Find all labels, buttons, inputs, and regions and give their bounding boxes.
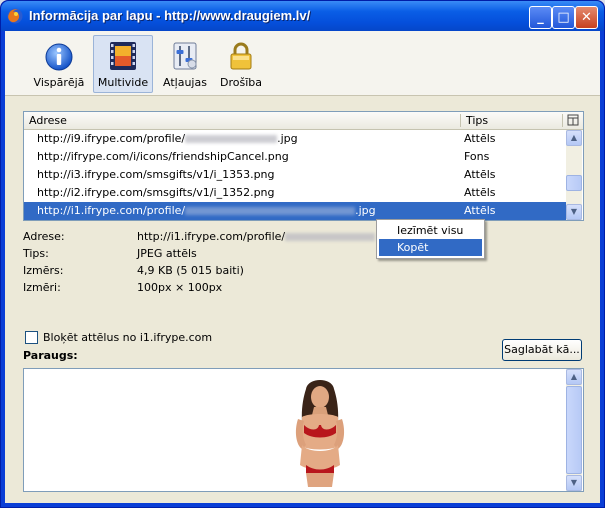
info-icon: [45, 43, 73, 71]
tab-permissions-label: Atļaujas: [163, 76, 207, 89]
block-images-label[interactable]: Bloķēt attēlus no i1.ifrype.com: [43, 331, 212, 344]
list-scrollbar[interactable]: ▲ ▼: [566, 130, 582, 220]
row-address: http://i9.ifrype.com/profile/.jpg: [37, 132, 298, 145]
menu-item-copy[interactable]: Kopēt: [379, 239, 482, 256]
type-label: Tips:: [23, 247, 49, 260]
window-title: Informācija par lapu - http://www.draugi…: [29, 8, 311, 23]
table-row[interactable]: http://ifrype.com/i/icons/friendshipCanc…: [24, 148, 566, 166]
row-type: Attēls: [464, 168, 496, 181]
column-header-type[interactable]: Tips: [461, 112, 488, 129]
list-header: Adrese Tips: [24, 112, 583, 130]
minimize-button[interactable]: _: [529, 6, 552, 29]
dimensions-label: Izmēri:: [23, 281, 61, 294]
row-address: http://ifrype.com/i/icons/friendshipCanc…: [37, 150, 289, 163]
preview-scrollbar[interactable]: ▲ ▼: [566, 369, 582, 491]
block-images-checkbox[interactable]: [25, 331, 38, 344]
close-button[interactable]: ✕: [575, 6, 598, 29]
scroll-thumb[interactable]: [566, 386, 582, 474]
category-toolbar: Vispārējā Multivide Atļaujas Drošība: [5, 31, 600, 96]
dimensions-value: 100px × 100px: [137, 281, 223, 294]
scroll-up-icon[interactable]: ▲: [566, 130, 582, 146]
address-value: http://i1.ifrype.com/profile/: [137, 230, 376, 243]
column-picker-icon[interactable]: [567, 114, 579, 126]
context-menu: Iezīmēt visu Kopēt: [376, 219, 485, 259]
preview-pane: ▲ ▼: [23, 368, 584, 492]
row-type: Attēls: [464, 132, 496, 145]
tab-permissions[interactable]: Atļaujas: [155, 35, 215, 93]
redacted-block: [185, 135, 278, 143]
maximize-button[interactable]: □: [552, 6, 575, 29]
type-value: JPEG attēls: [137, 247, 197, 260]
preview-label: Paraugs:: [23, 349, 78, 362]
permissions-sliders-icon: [173, 42, 197, 70]
row-type: Fons: [464, 150, 490, 163]
preview-image: [295, 380, 345, 487]
row-address: http://i3.ifrype.com/smsgifts/v1/i_1353.…: [37, 168, 275, 181]
table-row-selected[interactable]: http://i1.ifrype.com/profile/.jpg Attēls: [24, 202, 566, 220]
save-as-button[interactable]: Saglabāt kā...: [502, 339, 582, 361]
dialog-body: Vispārējā Multivide Atļaujas Drošība Adr…: [5, 31, 600, 503]
column-divider[interactable]: [562, 114, 563, 127]
menu-item-select-all[interactable]: Iezīmēt visu: [379, 222, 482, 239]
tab-general-label: Vispārējā: [33, 76, 85, 89]
redacted-block: [285, 233, 376, 241]
row-address: http://i1.ifrype.com/profile/.jpg: [37, 204, 376, 217]
tab-security[interactable]: Drošība: [211, 35, 271, 93]
tab-multimedia-label: Multivide: [97, 76, 149, 89]
row-type: Attēls: [464, 186, 496, 199]
table-row[interactable]: http://i2.ifrype.com/smsgifts/v1/i_1352.…: [24, 184, 566, 202]
scroll-thumb[interactable]: [566, 175, 582, 191]
title-bar[interactable]: Informācija par lapu - http://www.draugi…: [1, 1, 604, 31]
scroll-up-icon[interactable]: ▲: [566, 369, 582, 385]
page-info-window: Informācija par lapu - http://www.draugi…: [0, 0, 605, 508]
table-row[interactable]: http://i3.ifrype.com/smsgifts/v1/i_1353.…: [24, 166, 566, 184]
size-value: 4,9 KB (5 015 baiti): [137, 264, 244, 277]
firefox-icon: [7, 8, 23, 24]
row-type: Attēls: [464, 204, 496, 217]
padlock-icon: [230, 42, 252, 70]
film-strip-icon: [110, 42, 136, 70]
table-row[interactable]: http://i9.ifrype.com/profile/.jpg Attēls: [24, 130, 566, 148]
tab-general[interactable]: Vispārējā: [29, 35, 89, 93]
scroll-down-icon[interactable]: ▼: [566, 475, 582, 491]
media-list[interactable]: Adrese Tips http://i9.ifrype.com/profile…: [23, 111, 584, 221]
tab-multimedia[interactable]: Multivide: [93, 35, 153, 93]
size-label: Izmērs:: [23, 264, 64, 277]
scroll-down-icon[interactable]: ▼: [566, 204, 582, 220]
tab-security-label: Drošība: [220, 76, 262, 89]
address-label: Adrese:: [23, 230, 65, 243]
redacted-block: [185, 207, 356, 215]
column-header-address[interactable]: Adrese: [24, 112, 67, 129]
row-address: http://i2.ifrype.com/smsgifts/v1/i_1352.…: [37, 186, 275, 199]
